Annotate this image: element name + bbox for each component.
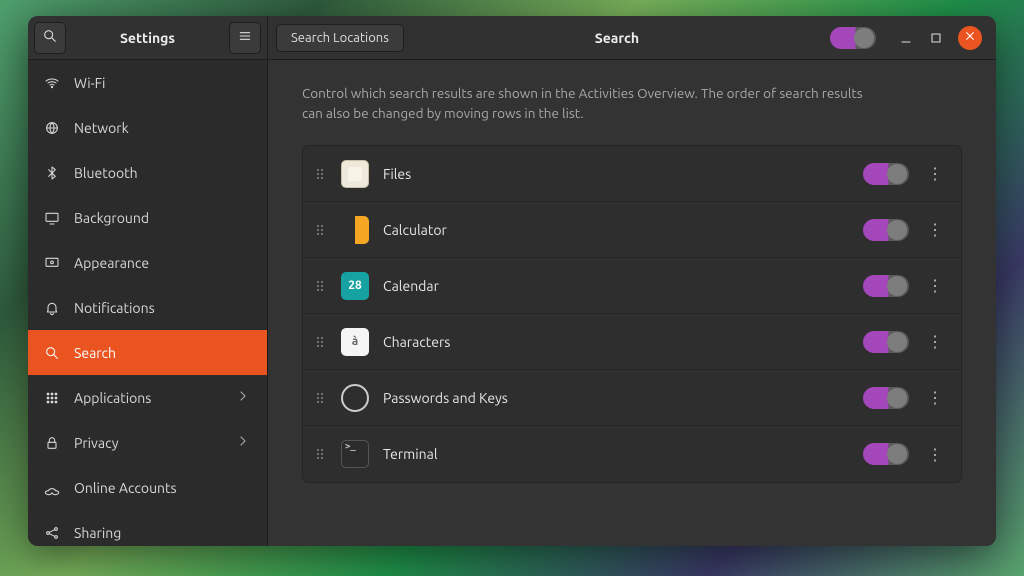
settings-window: Settings Search Locations Search Wi-Fi Ne… (28, 16, 996, 546)
maximize-button[interactable] (928, 30, 944, 46)
calendar-app-icon: 28 (341, 272, 369, 300)
sharing-icon (44, 525, 60, 541)
sidebar-item-appearance[interactable]: Appearance (28, 240, 267, 285)
provider-label: Calendar (383, 278, 849, 294)
provider-label: Terminal (383, 446, 849, 462)
sidebar-item-applications[interactable]: Applications (28, 375, 267, 420)
provider-options-button[interactable]: ⋮ (923, 332, 947, 351)
search-icon (44, 345, 60, 361)
files-app-icon (341, 160, 369, 188)
close-icon (962, 28, 978, 47)
provider-toggle-calendar[interactable] (863, 275, 909, 297)
window-controls (898, 26, 982, 50)
sidebar-item-label: Sharing (74, 525, 121, 541)
sidebar-item-label: Notifications (74, 300, 155, 316)
bluetooth-icon (44, 165, 60, 181)
provider-row-passwords: Passwords and Keys ⋮ (303, 370, 961, 426)
sidebar-header: Settings (28, 16, 268, 60)
search-locations-button[interactable]: Search Locations (276, 24, 404, 52)
background-icon (44, 210, 60, 226)
sidebar-item-label: Applications (74, 390, 151, 406)
sidebar-item-label: Appearance (74, 255, 149, 271)
online-accounts-icon (44, 480, 60, 496)
sidebar-item-wifi[interactable]: Wi-Fi (28, 60, 267, 105)
page-description: Control which search results are shown i… (302, 84, 882, 123)
notifications-icon (44, 300, 60, 316)
sidebar-item-label: Search (74, 345, 116, 361)
provider-row-terminal: Terminal ⋮ (303, 426, 961, 482)
provider-row-files: Files ⋮ (303, 146, 961, 202)
sidebar-item-privacy[interactable]: Privacy (28, 420, 267, 465)
sidebar-item-network[interactable]: Network (28, 105, 267, 150)
sidebar-item-label: Bluetooth (74, 165, 138, 181)
provider-toggle-calculator[interactable] (863, 219, 909, 241)
content-area: Control which search results are shown i… (268, 60, 996, 546)
network-icon (44, 120, 60, 136)
page-title: Search (404, 30, 830, 46)
search-master-toggle[interactable] (830, 27, 876, 49)
sidebar-item-sharing[interactable]: Sharing (28, 510, 267, 546)
provider-options-button[interactable]: ⋮ (923, 164, 947, 183)
chevron-right-icon (235, 388, 251, 407)
sidebar-item-label: Background (74, 210, 149, 226)
sidebar-title: Settings (72, 30, 223, 46)
sidebar[interactable]: Wi-Fi Network Bluetooth Background Appearanc… (28, 60, 268, 546)
provider-options-button[interactable]: ⋮ (923, 276, 947, 295)
content-header: Search Locations Search (268, 16, 996, 60)
sidebar-item-label: Wi-Fi (74, 75, 105, 91)
provider-options-button[interactable]: ⋮ (923, 445, 947, 464)
calculator-app-icon (341, 216, 369, 244)
search-providers-list: Files ⋮ Calculator ⋮ 28 Calendar ⋮ à Characters ⋮… (302, 145, 962, 483)
hamburger-icon (237, 28, 253, 48)
terminal-app-icon (341, 440, 369, 468)
provider-toggle-files[interactable] (863, 163, 909, 185)
sidebar-item-label: Privacy (74, 435, 118, 451)
hamburger-menu-button[interactable] (229, 22, 261, 54)
search-icon (42, 28, 58, 48)
privacy-icon (44, 435, 60, 451)
provider-label: Calculator (383, 222, 849, 238)
provider-options-button[interactable]: ⋮ (923, 388, 947, 407)
drag-handle-icon[interactable] (313, 393, 327, 403)
appearance-icon (44, 255, 60, 271)
sidebar-item-label: Online Accounts (74, 480, 177, 496)
minimize-button[interactable] (898, 30, 914, 46)
drag-handle-icon[interactable] (313, 281, 327, 291)
drag-handle-icon[interactable] (313, 337, 327, 347)
sidebar-item-label: Network (74, 120, 129, 136)
sidebar-item-bluetooth[interactable]: Bluetooth (28, 150, 267, 195)
close-button[interactable] (958, 26, 982, 50)
sidebar-item-search[interactable]: Search (28, 330, 267, 375)
provider-row-calculator: Calculator ⋮ (303, 202, 961, 258)
provider-label: Files (383, 166, 849, 182)
sidebar-item-background[interactable]: Background (28, 195, 267, 240)
applications-icon (44, 390, 60, 406)
provider-row-characters: à Characters ⋮ (303, 314, 961, 370)
wifi-icon (44, 75, 60, 91)
provider-options-button[interactable]: ⋮ (923, 220, 947, 239)
provider-label: Passwords and Keys (383, 390, 849, 406)
provider-toggle-passwords[interactable] (863, 387, 909, 409)
provider-label: Characters (383, 334, 849, 350)
sidebar-item-online-accounts[interactable]: Online Accounts (28, 465, 267, 510)
drag-handle-icon[interactable] (313, 225, 327, 235)
provider-row-calendar: 28 Calendar ⋮ (303, 258, 961, 314)
characters-app-icon: à (341, 328, 369, 356)
search-button[interactable] (34, 22, 66, 54)
provider-toggle-characters[interactable] (863, 331, 909, 353)
provider-toggle-terminal[interactable] (863, 443, 909, 465)
drag-handle-icon[interactable] (313, 169, 327, 179)
chevron-right-icon (235, 433, 251, 452)
drag-handle-icon[interactable] (313, 449, 327, 459)
sidebar-item-notifications[interactable]: Notifications (28, 285, 267, 330)
passwords-app-icon (341, 384, 369, 412)
